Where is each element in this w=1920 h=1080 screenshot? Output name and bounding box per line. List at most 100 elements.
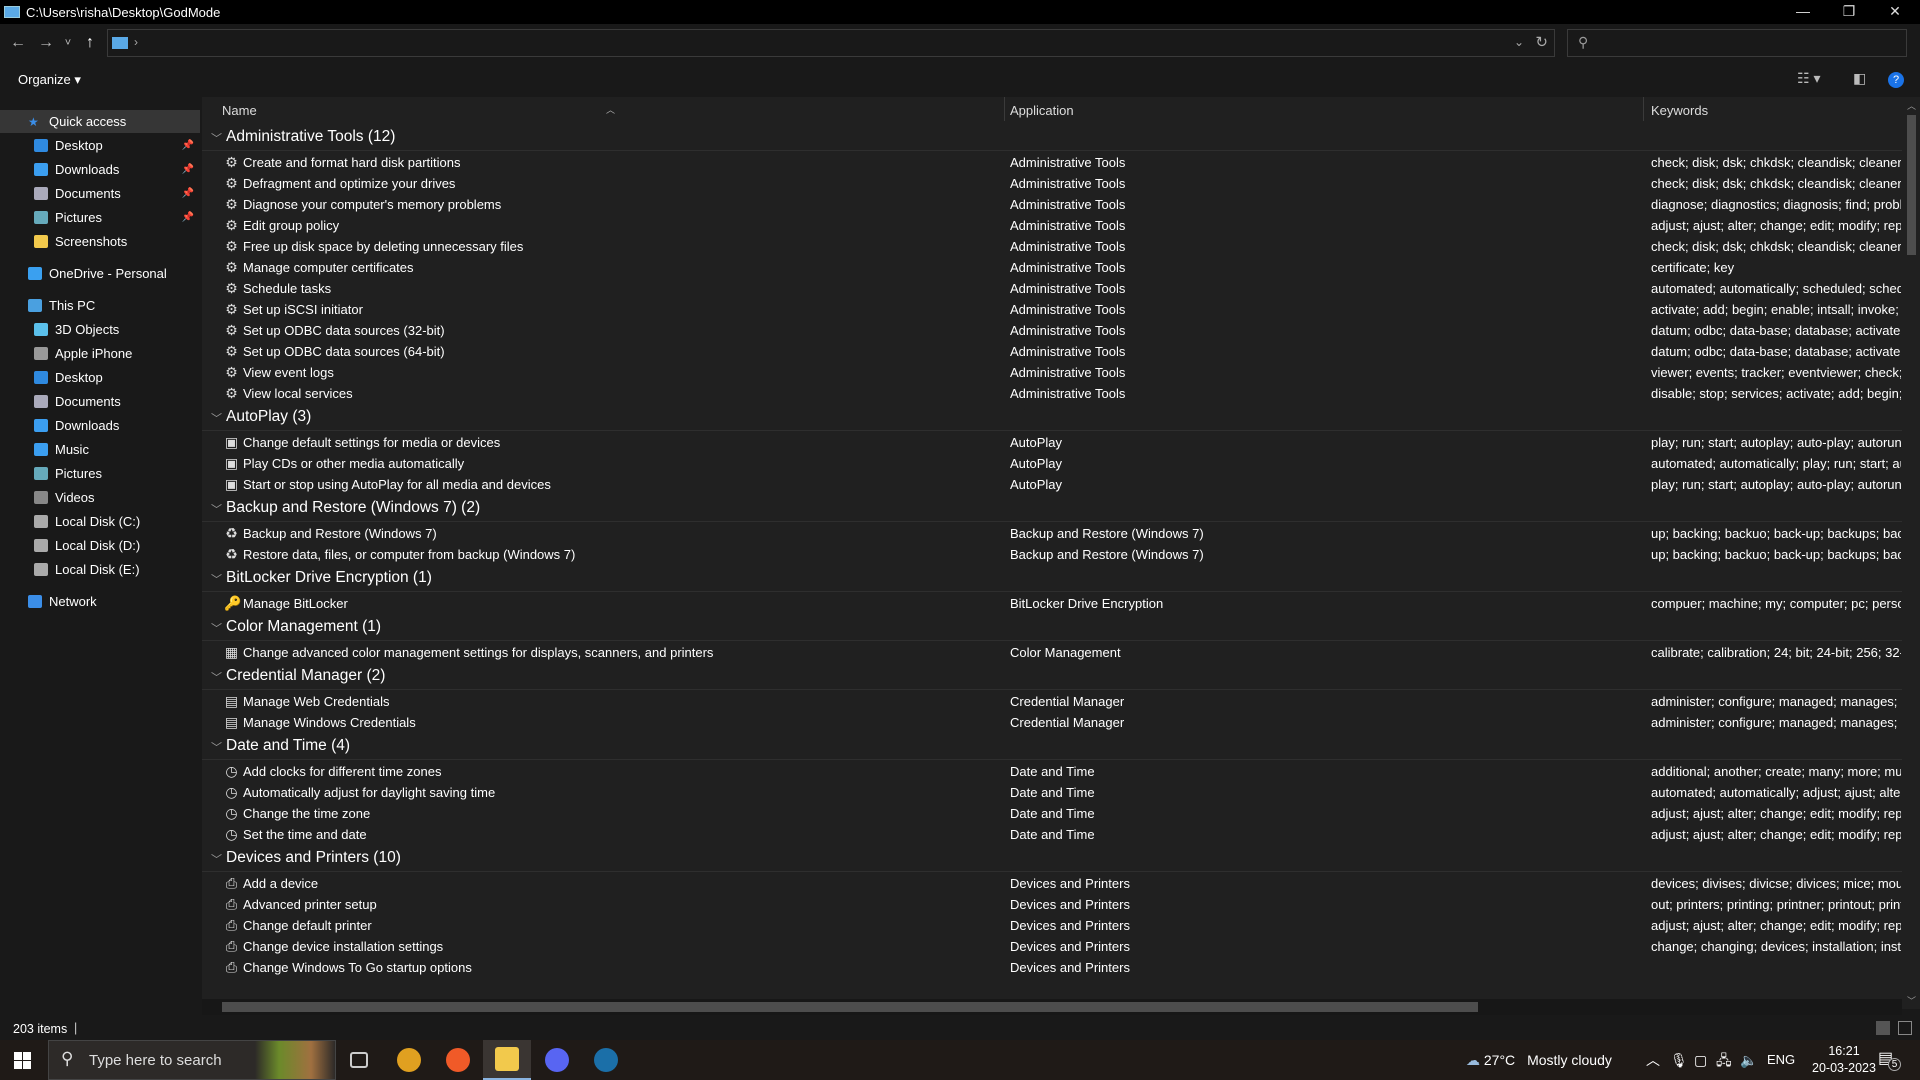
list-item[interactable]: ▣ Start or stop using AutoPlay for all me… (202, 474, 1902, 495)
list-item[interactable]: ⚙ Set up ODBC data sources (32-bit) Admini… (202, 320, 1902, 341)
recent-locations-button[interactable]: ˅ (60, 37, 76, 49)
group-header[interactable]: ﹀ Devices and Printers (10) (202, 846, 1902, 872)
horizontal-scrollbar-thumb[interactable] (222, 1002, 1478, 1012)
list-item[interactable]: ⎙ Add a device Devices and Printers devices… (202, 873, 1902, 894)
network-icon[interactable]: 🖧 (1716, 1040, 1732, 1080)
horizontal-scrollbar[interactable] (202, 999, 1902, 1015)
group-header[interactable]: ﹀ Color Management (1) (202, 615, 1902, 641)
clock[interactable]: 16:21 20-03-2023 (1806, 1043, 1882, 1077)
sidebar-item[interactable]: Downloads (0, 414, 200, 437)
restore-button[interactable]: ❐ (1826, 0, 1872, 24)
sidebar-item[interactable]: Videos (0, 486, 200, 509)
large-icons-view-button[interactable] (1898, 1021, 1912, 1035)
details-view-button[interactable] (1876, 1021, 1890, 1035)
sidebar-item[interactable]: Local Disk (D:) (0, 534, 200, 557)
input-language[interactable]: ENG (1767, 1040, 1795, 1080)
list-item[interactable]: ▤ Manage Web Credentials Credential Manage… (202, 691, 1902, 712)
chevron-down-icon[interactable]: ﹀ (211, 620, 222, 636)
up-button[interactable]: ↑ (76, 34, 104, 52)
sidebar-item[interactable]: ★ Quick access (0, 110, 200, 133)
chevron-down-icon[interactable]: ﹀ (211, 501, 222, 517)
refresh-button[interactable]: ↻ (1535, 33, 1548, 51)
help-button[interactable]: ? (1888, 72, 1904, 88)
chevron-down-icon[interactable]: ﹀ (211, 410, 222, 426)
column-divider[interactable] (1004, 97, 1005, 121)
chevron-down-icon[interactable]: ﹀ (211, 571, 222, 587)
chevron-down-icon[interactable]: ﹀ (211, 130, 222, 146)
taskbar-app-file-explorer[interactable] (483, 1040, 531, 1080)
sidebar-item[interactable]: Screenshots (0, 230, 200, 253)
list-item[interactable]: ▤ Manage Windows Credentials Credential Ma… (202, 712, 1902, 733)
notifications-button[interactable]: ▤ 5 (1878, 1048, 1901, 1071)
address-dropdown-button[interactable]: ⌄ (1514, 35, 1524, 49)
group-header[interactable]: ﹀ AutoPlay (3) (202, 405, 1902, 431)
sidebar-item[interactable]: Desktop 📌 (0, 134, 200, 157)
list-item[interactable]: ⚙ Defragment and optimize your drives Admi… (202, 173, 1902, 194)
list-item[interactable]: ⎙ Advanced printer setup Devices and Print… (202, 894, 1902, 915)
sidebar-item[interactable]: Downloads 📌 (0, 158, 200, 181)
group-header[interactable]: ﹀ Date and Time (4) (202, 734, 1902, 760)
column-header-name[interactable]: Name (222, 103, 257, 118)
taskbar-app-steam[interactable] (582, 1040, 630, 1080)
back-button[interactable]: ← (4, 34, 32, 52)
sidebar-item[interactable]: Documents 📌 (0, 182, 200, 205)
preview-pane-button[interactable]: ◧ (1853, 70, 1866, 87)
group-header[interactable]: ﹀ Credential Manager (2) (202, 664, 1902, 690)
list-item[interactable]: ⚙ Diagnose your computer's memory problem… (202, 194, 1902, 215)
vertical-scrollbar-thumb[interactable] (1907, 115, 1916, 255)
sidebar-item[interactable]: Local Disk (E:) (0, 558, 200, 581)
camera-icon[interactable]: ▢ (1694, 1040, 1707, 1080)
close-button[interactable]: ✕ (1872, 0, 1918, 24)
list-item[interactable]: ⚙ Set up ODBC data sources (64-bit) Admini… (202, 341, 1902, 362)
list-item[interactable]: ◷ Add clocks for different time zones Date… (202, 761, 1902, 782)
sidebar-item[interactable]: Local Disk (C:) (0, 510, 200, 533)
sidebar-item[interactable]: Desktop (0, 366, 200, 389)
sidebar-item[interactable]: OneDrive - Personal (0, 262, 200, 285)
list-item[interactable]: ⚙ View event logs Administrative Tools view… (202, 362, 1902, 383)
list-item[interactable]: ⎙ Change device installation settings Devi… (202, 936, 1902, 957)
organize-menu[interactable]: Organize ▾ (18, 72, 81, 88)
column-header-application[interactable]: Application (1010, 103, 1074, 118)
list-item[interactable]: ⚙ Schedule tasks Administrative Tools autom… (202, 278, 1902, 299)
minimize-button[interactable]: — (1780, 0, 1826, 24)
start-button[interactable] (14, 1052, 31, 1069)
sidebar-item[interactable]: Apple iPhone (0, 342, 200, 365)
address-bar[interactable]: › ⌄ ↻ (107, 29, 1555, 57)
sidebar-item[interactable]: This PC (0, 294, 200, 317)
list-item[interactable]: ⚙ Create and format hard disk partitions A… (202, 152, 1902, 173)
group-header[interactable]: ﹀ Backup and Restore (Windows 7) (2) (202, 496, 1902, 522)
chevron-down-icon[interactable]: ﹀ (211, 669, 222, 685)
list-item[interactable]: ⚙ Free up disk space by deleting unnecess… (202, 236, 1902, 257)
weather-widget[interactable]: ☁ 27°C Mostly cloudy (1466, 1040, 1612, 1080)
list-item[interactable]: ◷ Set the time and date Date and Time adjus… (202, 824, 1902, 845)
microphone-icon[interactable]: 🎙 (1670, 1040, 1688, 1080)
column-divider[interactable] (1643, 97, 1644, 121)
column-header-keywords[interactable]: Keywords (1651, 103, 1708, 118)
show-hidden-icons-button[interactable]: ︿ (1646, 1040, 1660, 1080)
taskbar-app-brave[interactable] (434, 1040, 482, 1080)
list-item[interactable]: ♻ Restore data, files, or computer from b… (202, 544, 1902, 565)
list-item[interactable]: ▦ Change advanced color management settin… (202, 642, 1902, 663)
list-item[interactable]: ⚙ Set up iSCSI initiator Administrative To… (202, 299, 1902, 320)
sidebar-item[interactable]: 3D Objects (0, 318, 200, 341)
volume-icon[interactable]: 🔈 (1740, 1040, 1757, 1080)
sidebar-item[interactable]: Pictures (0, 462, 200, 485)
list-item[interactable]: ♻ Backup and Restore (Windows 7) Backup an… (202, 523, 1902, 544)
list-item[interactable]: 🔑 Manage BitLocker BitLocker Drive Encrypt… (202, 593, 1902, 614)
taskbar-app-discord[interactable] (533, 1040, 581, 1080)
taskbar-app-task-view[interactable] (335, 1040, 383, 1080)
sidebar-item[interactable]: Music (0, 438, 200, 461)
list-item[interactable]: ⚙ Manage computer certificates Administrat… (202, 257, 1902, 278)
view-options-button[interactable]: ☷ ▾ (1797, 70, 1820, 87)
list-item[interactable]: ▣ Change default settings for media or de… (202, 432, 1902, 453)
breadcrumb-chevron-icon[interactable]: › (134, 35, 138, 49)
forward-button[interactable]: → (32, 34, 60, 52)
list-item[interactable]: ◷ Automatically adjust for daylight savin… (202, 782, 1902, 803)
taskbar-app-chrome[interactable] (385, 1040, 433, 1080)
chevron-down-icon[interactable]: ﹀ (211, 739, 222, 755)
group-header[interactable]: ﹀ BitLocker Drive Encryption (1) (202, 566, 1902, 592)
list-item[interactable]: ◷ Change the time zone Date and Time adjust… (202, 803, 1902, 824)
sidebar-item[interactable]: Documents (0, 390, 200, 413)
list-item[interactable]: ⎙ Change default printer Devices and Print… (202, 915, 1902, 936)
taskbar-search-input[interactable]: ⚲ Type here to search (48, 1040, 336, 1080)
